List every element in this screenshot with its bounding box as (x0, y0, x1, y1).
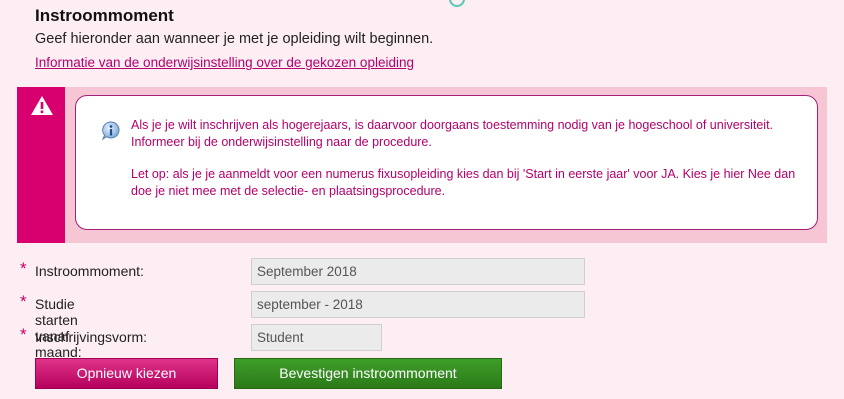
warning-panel: Als je je wilt inschrijven als hogerejaa… (17, 87, 827, 243)
page-title: Instroommoment (35, 6, 174, 25)
info-icon (100, 120, 122, 147)
inschrijvingsvorm-label: Inschrijvingsvorm: (35, 329, 148, 345)
instroommoment-label: Instroommoment: (35, 263, 144, 279)
warning-message-box: Als je je wilt inschrijven als hogerejaa… (75, 95, 818, 230)
warning-strip (17, 87, 65, 243)
warning-message-content: Als je je wilt inschrijven als hogerejaa… (91, 111, 805, 216)
start-month-label: Studie starten vanaf maand: (35, 296, 82, 360)
institution-info-link[interactable]: Informatie van de onderwijsinstelling ov… (35, 55, 414, 70)
inschrijvingsvorm-field[interactable]: Student (251, 324, 382, 351)
start-month-field[interactable]: september - 2018 (251, 291, 585, 318)
warning-text: Als je je wilt inschrijven als hogerejaa… (131, 117, 801, 215)
top-decoration-icon (449, 0, 465, 7)
warning-paragraph-1: Als je je wilt inschrijven als hogerejaa… (131, 118, 774, 149)
restart-button[interactable]: Opnieuw kiezen (35, 358, 218, 389)
confirm-instroommoment-button[interactable]: Bevestigen instroommoment (234, 358, 502, 389)
warning-triangle-icon (30, 95, 54, 121)
required-marker: * (20, 325, 27, 344)
required-marker: * (20, 259, 27, 278)
required-marker: * (20, 292, 27, 311)
page-subtitle: Geef hieronder aan wanneer je met je opl… (35, 31, 434, 47)
instroommoment-field[interactable]: September 2018 (251, 258, 585, 285)
warning-paragraph-2: Let op: als je je aanmeldt voor een nume… (131, 167, 796, 198)
